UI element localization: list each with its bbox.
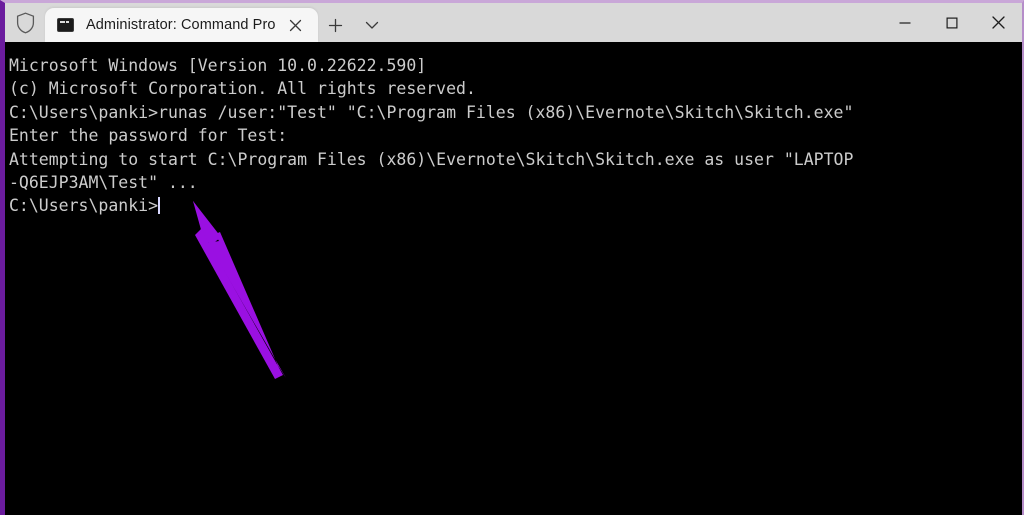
tab-dropdown-button[interactable] [354,8,390,42]
tab-command-prompt[interactable]: Administrator: Command Pro [45,8,318,42]
terminal-prompt-line: C:\Users\panki> [9,194,1022,217]
terminal-line-password-prompt: Enter the password for Test: [9,126,288,146]
maximize-button[interactable] [928,3,975,42]
tab-close-button[interactable] [282,12,310,38]
new-tab-button[interactable] [318,8,354,42]
shield-icon [5,3,45,42]
terminal-cursor [158,197,161,215]
terminal-line: Microsoft Windows [Version 10.0.22622.59… [9,56,427,75]
terminal-line: -Q6EJP3AM\Test" ... [9,173,198,193]
terminal-window: Administrator: Command Pro Microsoft Win… [0,0,1024,515]
terminal-line-command: C:\Users\panki>runas /user:"Test" "C:\Pr… [9,102,854,122]
terminal-line: (c) Microsoft Corporation. All rights re… [9,79,476,99]
tab-title: Administrator: Command Pro [86,17,276,33]
close-button[interactable] [975,3,1022,42]
console-icon [57,18,74,32]
minimize-button[interactable] [881,3,928,42]
terminal-output-area[interactable]: Microsoft Windows [Version 10.0.22622.59… [5,42,1022,515]
title-bar: Administrator: Command Pro [5,3,1022,42]
terminal-prompt-text: C:\Users\panki> [9,196,159,216]
terminal-line: Attempting to start C:\Program Files (x8… [9,149,854,169]
